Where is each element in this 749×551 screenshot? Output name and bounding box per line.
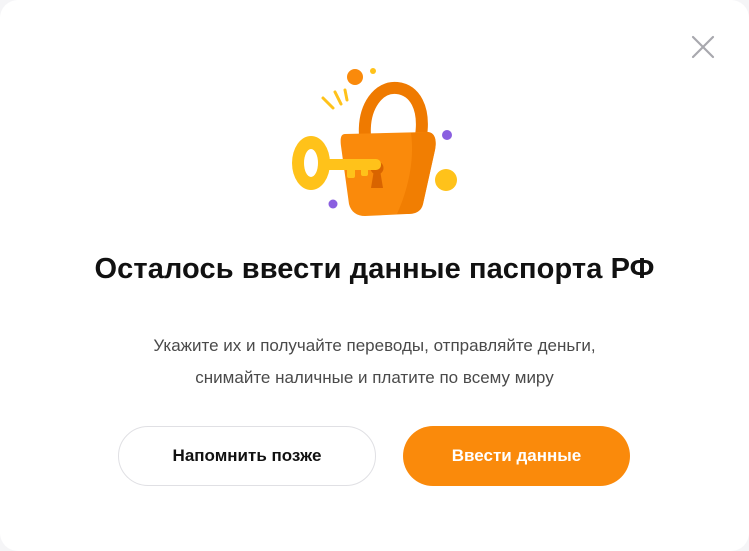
dialog-description-line-2: снимайте наличные и платите по всему мир… xyxy=(195,368,554,387)
dialog-description-line-1: Укажите их и получайте переводы, отправл… xyxy=(153,336,596,355)
passport-data-dialog: Осталось ввести данные паспорта РФ Укажи… xyxy=(0,0,749,551)
close-icon xyxy=(691,35,715,59)
unlocked-padlock-with-key-icon xyxy=(285,62,465,222)
close-button[interactable] xyxy=(690,34,716,60)
enter-data-button[interactable]: Ввести данные xyxy=(403,426,630,486)
dialog-title: Осталось ввести данные паспорта РФ xyxy=(94,253,655,285)
remind-later-button[interactable]: Напомнить позже xyxy=(118,426,376,486)
